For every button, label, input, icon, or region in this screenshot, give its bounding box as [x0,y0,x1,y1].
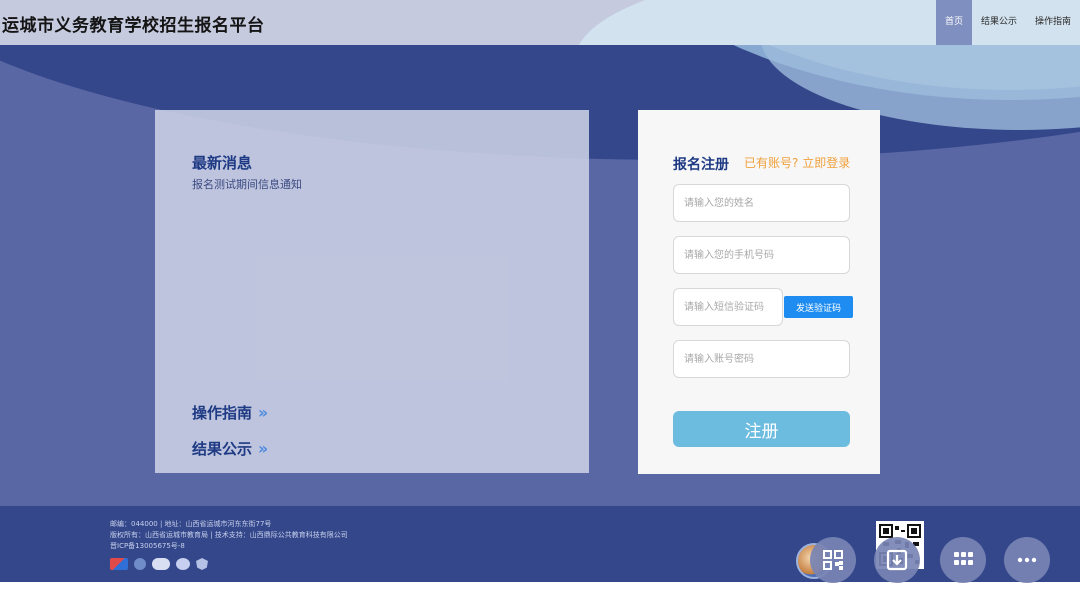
header: 运城市义务教育学校招生报名平台 首页 结果公示 操作指南 [0,0,1080,45]
top-nav: 首页 结果公示 操作指南 [935,0,1080,45]
footer-copyright: 版权所有：山西省运城市教育局 | 技术支持：山西鼎际公共教育科技有限公司 [110,531,348,539]
brand-logo [110,558,128,570]
nav-item-home[interactable]: 首页 [935,0,972,45]
footer-logos [110,558,208,570]
register-button[interactable]: 注册 [673,411,850,447]
certification-logo [134,558,146,570]
double-chevron-right-icon: ›​› [258,403,268,422]
sms-code-input[interactable] [673,288,783,326]
site-title: 运城市义务教育学校招生报名平台 [2,16,265,36]
guide-link[interactable]: 操作指南 ›​› [192,402,268,423]
login-link[interactable]: 立即登录 [802,156,850,170]
footer-icp: 晋ICP备13005675号-8 [110,542,185,550]
download-icon [886,549,908,571]
download-button[interactable] [874,537,920,583]
password-input[interactable] [673,340,850,378]
footer: 邮编：044000 | 地址：山西省运城市河东东街77号 版权所有：山西省运城市… [0,506,1080,582]
nav-item-results[interactable]: 结果公示 [972,0,1026,45]
news-panel: 最新消息 报名测试期间信息通知 操作指南 ›​› 结果公示 ›​› [155,110,589,473]
register-panel: 报名注册 已有账号? 立即登录 发送验证码 注册 [638,110,880,474]
cnas-logo [176,558,190,570]
news-title: 最新消息 [192,154,253,172]
footer-address: 邮编：044000 | 地址：山西省运城市河东东街77号 [110,520,272,528]
news-item[interactable]: 报名测试期间信息通知 [192,176,302,192]
login-prompt: 已有账号? 立即登录 [744,154,850,171]
double-chevron-right-icon: ›​› [258,439,268,458]
qr-code-icon [823,550,843,570]
guide-link-label: 操作指南 [192,404,253,422]
iso-logo [152,558,170,570]
shield-logo [196,558,208,570]
phone-input[interactable] [673,236,850,274]
more-button[interactable] [1004,537,1050,583]
grid-apps-icon [954,552,973,565]
has-account-text: 已有账号? [744,156,799,170]
qr-code-button[interactable] [810,537,856,583]
results-link-label: 结果公示 [192,440,253,458]
more-icon [1017,557,1037,563]
results-link[interactable]: 结果公示 ›​› [192,438,268,459]
name-input[interactable] [673,184,850,222]
nav-item-guide[interactable]: 操作指南 [1026,0,1080,45]
register-title: 报名注册 [673,157,729,173]
page-bottom [0,582,1080,608]
send-code-button[interactable]: 发送验证码 [784,296,853,318]
page: 运城市义务教育学校招生报名平台 首页 结果公示 操作指南 最新消息 报名测试期间… [0,0,1080,608]
apps-button[interactable] [940,537,986,583]
